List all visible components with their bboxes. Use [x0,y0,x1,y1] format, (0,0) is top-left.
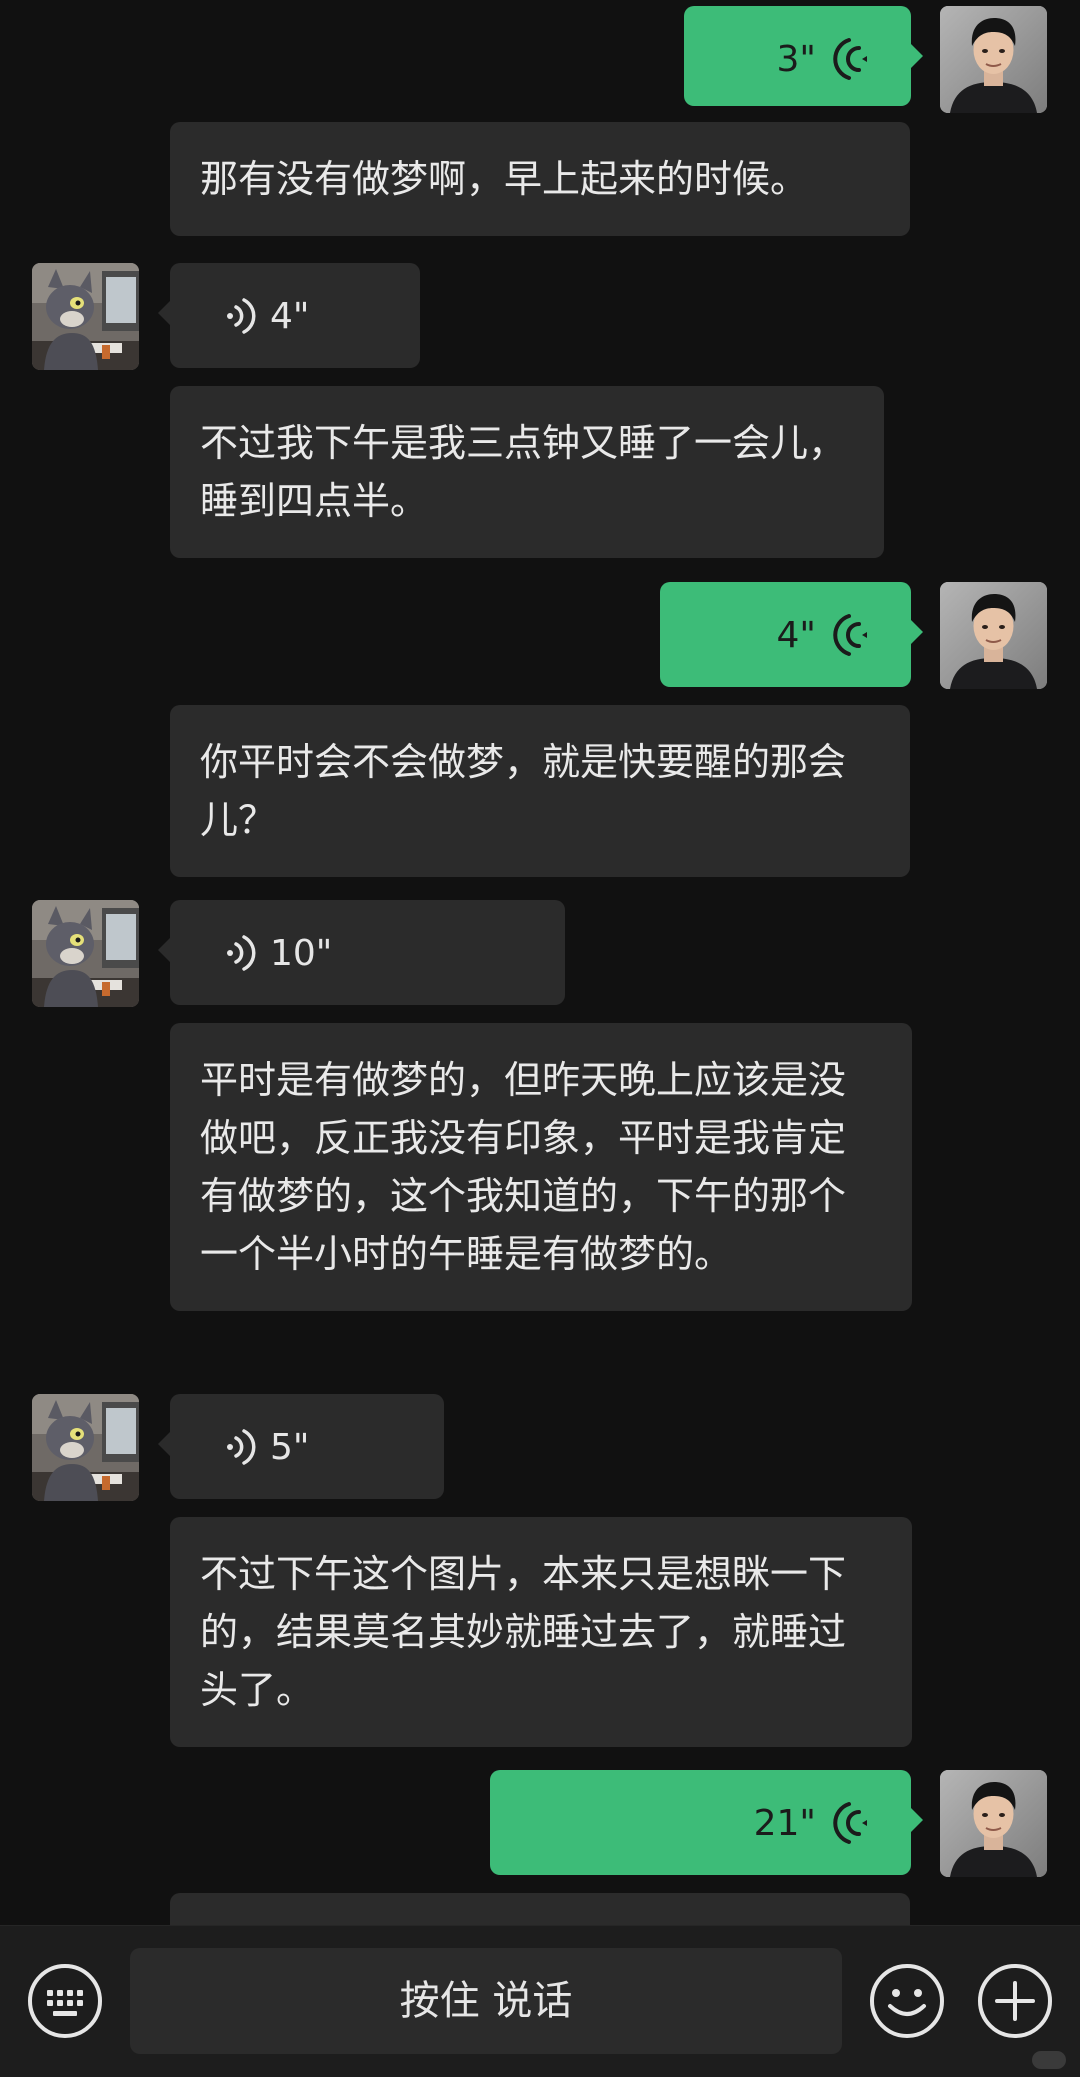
chat-area[interactable]: 3" 那有没有做梦啊，早上起来的时候。 4" 不过我下午是我三点钟又睡了一会儿，… [0,0,1080,1925]
voice-message-sent[interactable]: 21" [490,1770,923,1875]
voice-transcript: 那有没有做梦啊，早上起来的时候。 [170,122,910,236]
voice-duration: 4" [776,615,816,656]
contact-avatar[interactable] [32,1394,139,1501]
voice-message-sent[interactable]: 3" [684,6,923,106]
voice-transcript: 不过我下午是我三点钟又睡了一会儿，睡到四点半。 [170,386,884,558]
hold-to-talk-button[interactable]: 按住 说话 [130,1948,842,2054]
voice-wave-icon [833,38,867,80]
voice-wave-icon [227,298,256,334]
voice-duration: 10" [270,933,333,974]
voice-wave-icon [833,614,867,656]
voice-transcript: 不过下午这个图片，本来只是想眯一下的，结果莫名其妙就睡过去了，就睡过头了。 [170,1517,912,1747]
voice-wave-icon [227,935,256,971]
voice-message-received[interactable]: 4" [158,263,420,368]
voice-wave-icon [227,1429,256,1465]
my-avatar[interactable] [940,6,1047,113]
emoji-icon[interactable] [868,1962,946,2040]
input-toolbar: 按住 说话 [0,1925,1080,2077]
voice-message-sent[interactable]: 4" [660,582,923,687]
voice-message-received[interactable]: 10" [158,900,565,1005]
voice-duration: 21" [753,1803,816,1844]
contact-avatar[interactable] [32,263,139,370]
my-avatar[interactable] [940,1770,1047,1877]
voice-transcript: 你平时会不会做梦，就是快要醒的那会儿？ [170,705,910,877]
voice-duration: 5" [270,1427,310,1468]
contact-avatar[interactable] [32,900,139,1007]
voice-duration: 4" [270,296,310,337]
voice-transcript: 平时是有做梦的，但昨天晚上应该是没做吧，反正我没有印象，平时是我肯定有做梦的，这… [170,1023,912,1311]
plus-icon[interactable] [976,1962,1054,2040]
voice-message-received[interactable]: 5" [158,1394,444,1499]
voice-transcript-partial [170,1893,910,1925]
keyboard-icon[interactable] [26,1962,104,2040]
voice-wave-icon [833,1802,867,1844]
my-avatar[interactable] [940,582,1047,689]
voice-duration: 3" [776,39,816,80]
watermark [1032,2051,1066,2069]
